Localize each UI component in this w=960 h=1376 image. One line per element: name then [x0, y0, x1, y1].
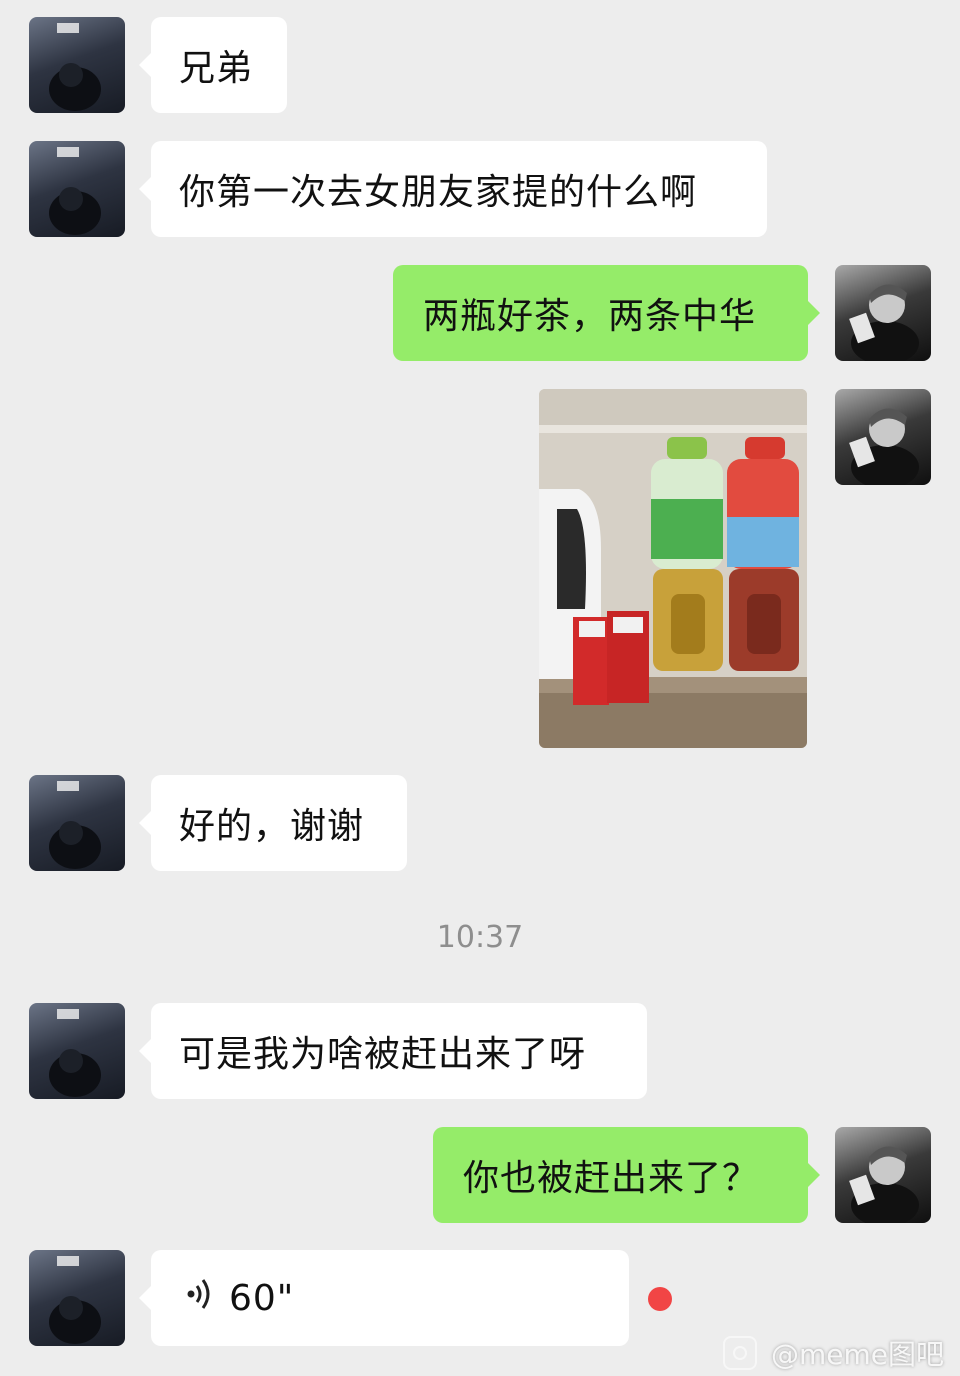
voice-wave-icon — [185, 1277, 215, 1319]
voice-message-bubble[interactable]: 60" — [139, 1250, 629, 1346]
voice-duration: 60" — [229, 1277, 295, 1319]
incoming-message-bubble[interactable]: 你第一次去女朋友家提的什么啊 — [139, 141, 767, 237]
watermark: @meme图吧 — [722, 1333, 944, 1373]
shared-photo[interactable] — [539, 389, 807, 748]
contact-avatar[interactable] — [29, 775, 125, 871]
watermark-text: @meme图吧 — [770, 1338, 944, 1371]
outgoing-message-bubble[interactable]: 你也被赶出来了？ — [433, 1127, 820, 1223]
contact-avatar[interactable] — [29, 17, 125, 113]
my-avatar[interactable] — [835, 1127, 931, 1223]
message-text: 好的，谢谢 — [179, 806, 365, 847]
my-avatar[interactable] — [835, 389, 931, 485]
message-text: 两瓶好茶，两条中华 — [423, 296, 757, 337]
message-text: 可是我为啥被赶出来了呀 — [179, 1034, 587, 1075]
contact-avatar[interactable] — [29, 141, 125, 237]
message-text: 你第一次去女朋友家提的什么啊 — [179, 172, 698, 213]
message-text: 兄弟 — [179, 48, 254, 89]
unread-voice-indicator — [648, 1287, 672, 1311]
contact-avatar[interactable] — [29, 1003, 125, 1099]
app-logo-icon — [722, 1336, 757, 1370]
contact-avatar[interactable] — [29, 1250, 125, 1346]
incoming-message-bubble[interactable]: 好的，谢谢 — [139, 775, 407, 871]
message-timestamp: 10:37 — [436, 920, 524, 955]
outgoing-message-bubble[interactable]: 两瓶好茶，两条中华 — [393, 265, 820, 361]
incoming-message-bubble[interactable]: 兄弟 — [139, 17, 287, 113]
my-avatar[interactable] — [835, 265, 931, 361]
incoming-message-bubble[interactable]: 可是我为啥被赶出来了呀 — [139, 1003, 647, 1099]
message-text: 你也被赶出来了？ — [463, 1158, 760, 1199]
